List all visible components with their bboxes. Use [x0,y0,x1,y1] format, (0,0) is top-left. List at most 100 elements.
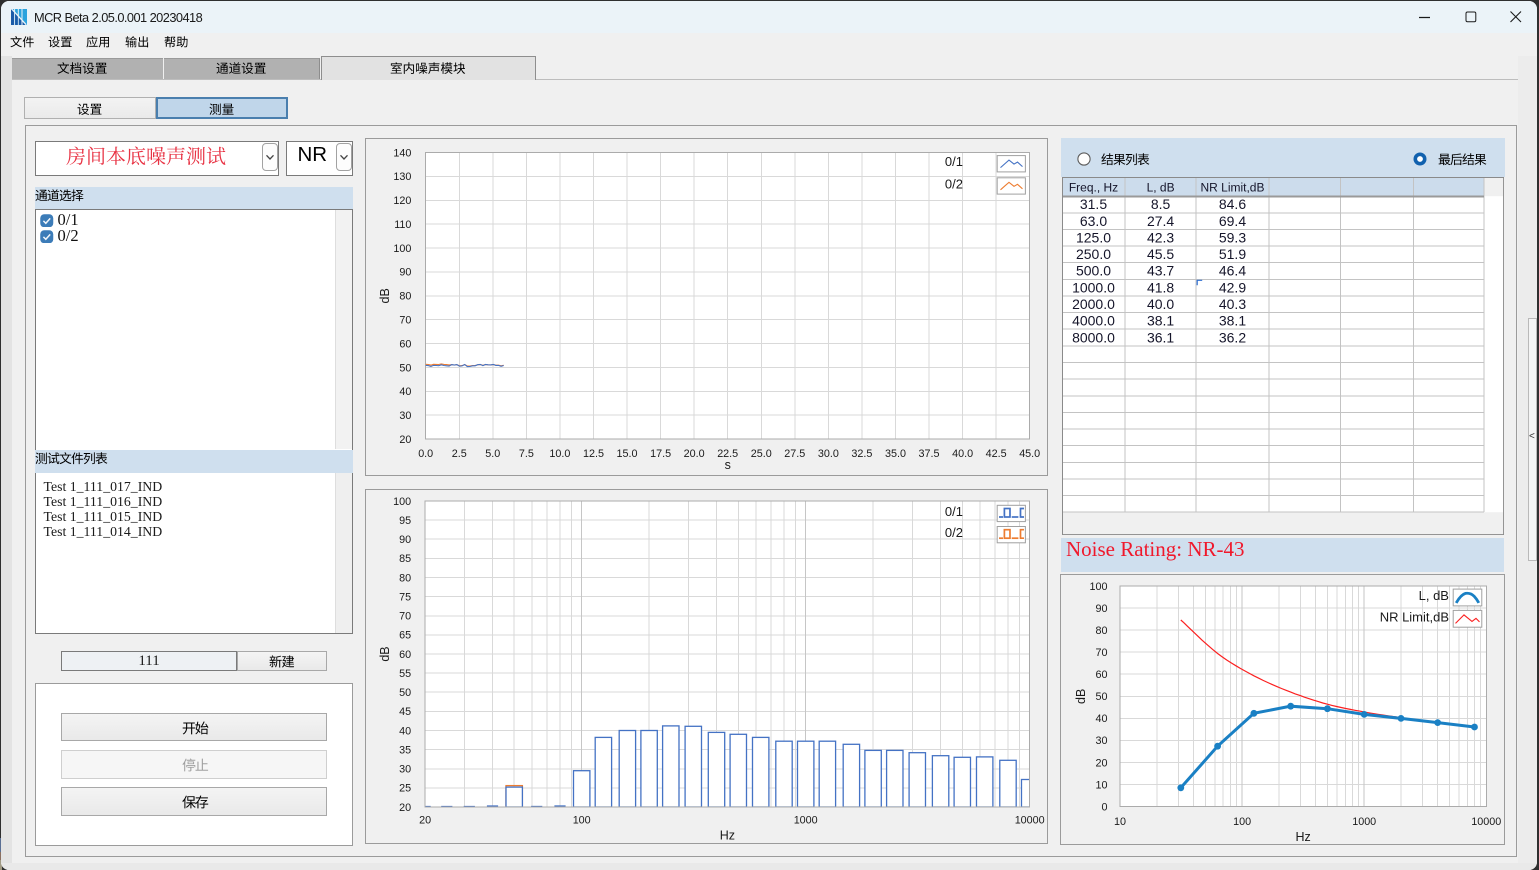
svg-text:NR Limit,dB: NR Limit,dB [1380,609,1449,624]
svg-text:30.0: 30.0 [818,448,839,460]
svg-text:55: 55 [399,668,411,680]
svg-text:8.5: 8.5 [1151,196,1171,212]
svg-text:25: 25 [399,783,411,795]
svg-text:27.5: 27.5 [785,448,806,460]
svg-text:20.0: 20.0 [684,448,705,460]
svg-text:100: 100 [394,243,412,255]
svg-text:20: 20 [419,814,431,826]
svg-text:20: 20 [400,434,412,446]
svg-text:40: 40 [400,386,412,398]
svg-text:Hz: Hz [1295,830,1310,844]
svg-text:25.0: 25.0 [751,448,772,460]
svg-text:110: 110 [395,219,412,231]
svg-text:37.5: 37.5 [919,448,940,460]
svg-text:90: 90 [400,267,412,279]
svg-text:dB: dB [378,646,392,661]
svg-text:32.5: 32.5 [852,448,873,460]
svg-text:31.5: 31.5 [1080,196,1107,212]
svg-text:84.6: 84.6 [1219,196,1246,212]
svg-text:70: 70 [400,314,412,326]
svg-text:Hz: Hz [720,828,735,842]
svg-text:30: 30 [400,410,412,422]
svg-text:85: 85 [399,553,411,565]
svg-text:130: 130 [394,171,412,183]
svg-text:250.0: 250.0 [1076,246,1111,262]
svg-text:12.5: 12.5 [583,448,604,460]
svg-text:80: 80 [400,291,412,303]
svg-text:2000.0: 2000.0 [1073,296,1116,312]
svg-text:0.0: 0.0 [418,448,433,460]
svg-text:17.5: 17.5 [650,448,671,460]
svg-text:10: 10 [1096,779,1108,791]
svg-text:1000.0: 1000.0 [1073,280,1116,296]
svg-text:63.0: 63.0 [1080,213,1107,229]
svg-text:35: 35 [399,744,411,756]
svg-text:40: 40 [1096,713,1108,725]
svg-text:95: 95 [399,515,411,527]
svg-text:70: 70 [1096,647,1108,659]
svg-text:38.1: 38.1 [1219,313,1246,329]
svg-text:dB: dB [1074,688,1088,703]
svg-text:45.5: 45.5 [1147,246,1174,262]
svg-text:60: 60 [1096,669,1108,681]
svg-text:69.4: 69.4 [1219,213,1246,229]
svg-text:10.0: 10.0 [550,448,571,460]
svg-text:42.5: 42.5 [986,448,1007,460]
svg-text:L, dB: L, dB [1147,181,1175,195]
svg-text:40: 40 [399,725,411,737]
svg-text:0/2: 0/2 [945,176,963,191]
svg-text:100: 100 [393,496,411,508]
svg-text:0/1: 0/1 [945,504,963,519]
svg-text:46.4: 46.4 [1219,263,1246,279]
svg-text:0/2: 0/2 [945,525,963,540]
svg-text:42.3: 42.3 [1147,230,1174,246]
svg-text:80: 80 [399,572,411,584]
svg-text:38.1: 38.1 [1147,313,1174,329]
svg-text:36.2: 36.2 [1219,330,1246,346]
svg-text:15.0: 15.0 [617,448,638,460]
svg-text:43.7: 43.7 [1147,263,1174,279]
svg-text:20: 20 [399,802,411,814]
svg-text:1000: 1000 [1352,816,1376,828]
svg-text:50: 50 [400,362,412,374]
svg-text:70: 70 [399,611,411,623]
svg-text:120: 120 [394,195,412,207]
svg-text:0: 0 [1102,801,1108,813]
svg-text:10000: 10000 [1471,816,1501,828]
svg-text:40.3: 40.3 [1219,296,1246,312]
svg-text:45: 45 [399,706,411,718]
svg-text:7.5: 7.5 [519,448,534,460]
svg-text:30: 30 [1096,735,1108,747]
svg-text:30: 30 [399,764,411,776]
svg-text:100: 100 [573,814,591,826]
svg-text:42.9: 42.9 [1219,280,1246,296]
svg-text:50: 50 [399,687,411,699]
svg-text:60: 60 [399,649,411,661]
svg-text:35.0: 35.0 [885,448,906,460]
svg-text:40.0: 40.0 [1147,296,1174,312]
svg-text:51.9: 51.9 [1219,246,1246,262]
svg-text:2.5: 2.5 [452,448,467,460]
svg-text:40.0: 40.0 [952,448,973,460]
svg-text:s: s [725,458,731,472]
svg-text:10000: 10000 [1015,814,1045,826]
svg-text:1000: 1000 [794,814,818,826]
svg-text:4000.0: 4000.0 [1073,313,1116,329]
svg-text:20: 20 [1096,757,1108,769]
svg-text:75: 75 [399,591,411,603]
svg-text:125.0: 125.0 [1076,230,1111,246]
svg-text:8000.0: 8000.0 [1073,330,1116,346]
svg-text:59.3: 59.3 [1219,230,1246,246]
svg-text:90: 90 [399,534,411,546]
svg-text:5.0: 5.0 [486,448,501,460]
svg-text:500.0: 500.0 [1076,263,1111,279]
svg-text:dB: dB [378,288,392,303]
svg-text:90: 90 [1096,603,1108,615]
svg-text:60: 60 [400,338,412,350]
svg-text:80: 80 [1096,625,1108,637]
svg-text:NR Limit,dB: NR Limit,dB [1201,181,1265,195]
svg-text:50: 50 [1096,691,1108,703]
svg-text:27.4: 27.4 [1147,213,1174,229]
svg-text:140: 140 [394,147,412,159]
svg-text:45.0: 45.0 [1019,448,1040,460]
